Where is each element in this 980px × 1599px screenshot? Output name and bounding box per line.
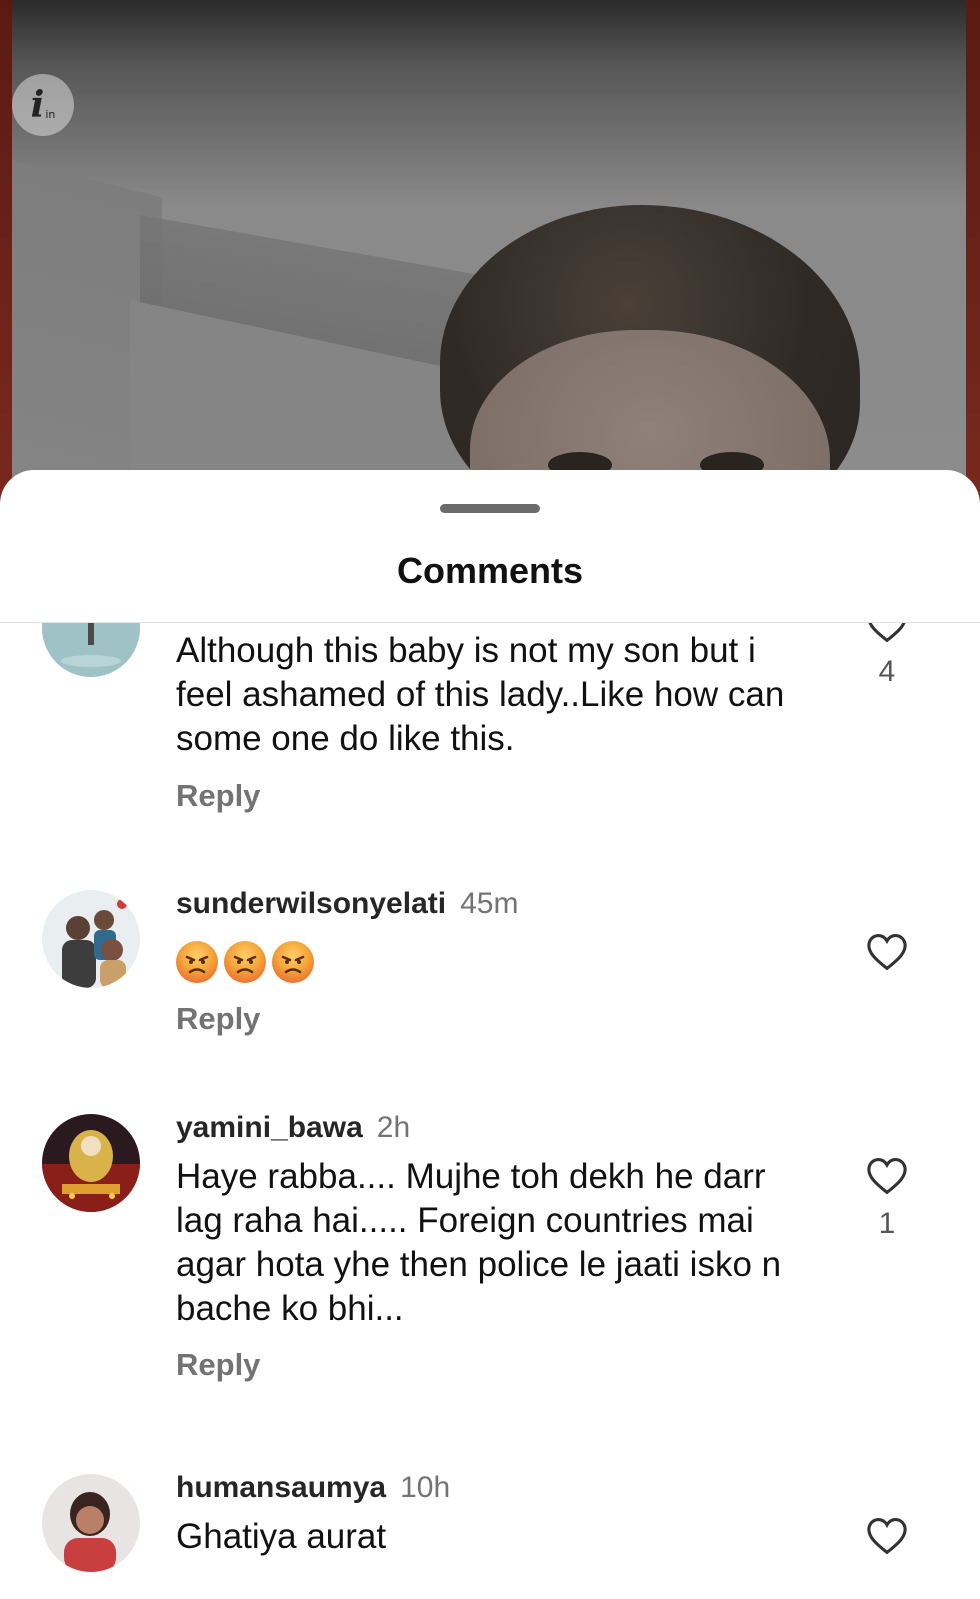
reply-button[interactable]: Reply xyxy=(176,1347,260,1383)
comment-text: Haye rabba.... Mujhe toh dekh he darr la… xyxy=(176,1157,782,1328)
like-column: 4 xyxy=(866,623,908,689)
video-edge-right xyxy=(966,0,980,520)
heart-icon[interactable] xyxy=(866,1157,908,1195)
info-icon[interactable]: i in xyxy=(12,74,74,136)
timestamp: 2h xyxy=(376,1111,411,1144)
angry-face-icon xyxy=(176,941,218,983)
comments-list[interactable]: Although this baby is not my son but i f… xyxy=(0,623,980,1599)
username-link[interactable]: sunderwilsonyelati xyxy=(176,887,446,920)
comment-text: Although this baby is not my son but i f… xyxy=(176,631,785,758)
angry-face-icon xyxy=(272,941,314,983)
info-suffix: in xyxy=(45,107,56,121)
reply-button[interactable]: Reply xyxy=(176,1001,260,1037)
avatar[interactable] xyxy=(42,623,140,677)
username-link[interactable]: humansaumya xyxy=(176,1471,386,1504)
like-column xyxy=(866,1517,908,1555)
heart-icon[interactable] xyxy=(866,933,908,971)
avatar[interactable] xyxy=(42,1474,140,1572)
timestamp: 45m xyxy=(460,887,519,920)
avatar[interactable] xyxy=(42,1114,140,1212)
username-link[interactable]: yamini_bawa xyxy=(176,1111,363,1144)
heart-icon[interactable] xyxy=(866,1517,908,1555)
emoji-row xyxy=(176,941,314,983)
like-count: 4 xyxy=(878,655,896,688)
sheet-title: Comments xyxy=(396,550,584,591)
heart-icon[interactable] xyxy=(866,623,908,643)
angry-face-icon xyxy=(224,941,266,983)
drag-handle[interactable] xyxy=(440,504,540,513)
username-row: humansaumya 10h xyxy=(176,1471,450,1505)
avatar[interactable] xyxy=(42,890,140,988)
reel-video[interactable]: i in xyxy=(0,0,980,520)
like-column xyxy=(866,933,908,971)
reply-button[interactable]: Reply xyxy=(176,778,260,814)
info-glyph: i xyxy=(30,84,45,126)
username-row: sunderwilsonyelati 45m xyxy=(176,887,518,921)
video-edge-left xyxy=(0,0,12,520)
comments-sheet: Comments Although this baby is not my so… xyxy=(0,470,980,1599)
username-row: yamini_bawa 2h xyxy=(176,1111,410,1145)
like-column: 1 xyxy=(866,1157,908,1241)
like-count: 1 xyxy=(878,1207,896,1240)
comment-text: Ghatiya aurat xyxy=(176,1517,387,1556)
timestamp: 10h xyxy=(400,1471,451,1504)
